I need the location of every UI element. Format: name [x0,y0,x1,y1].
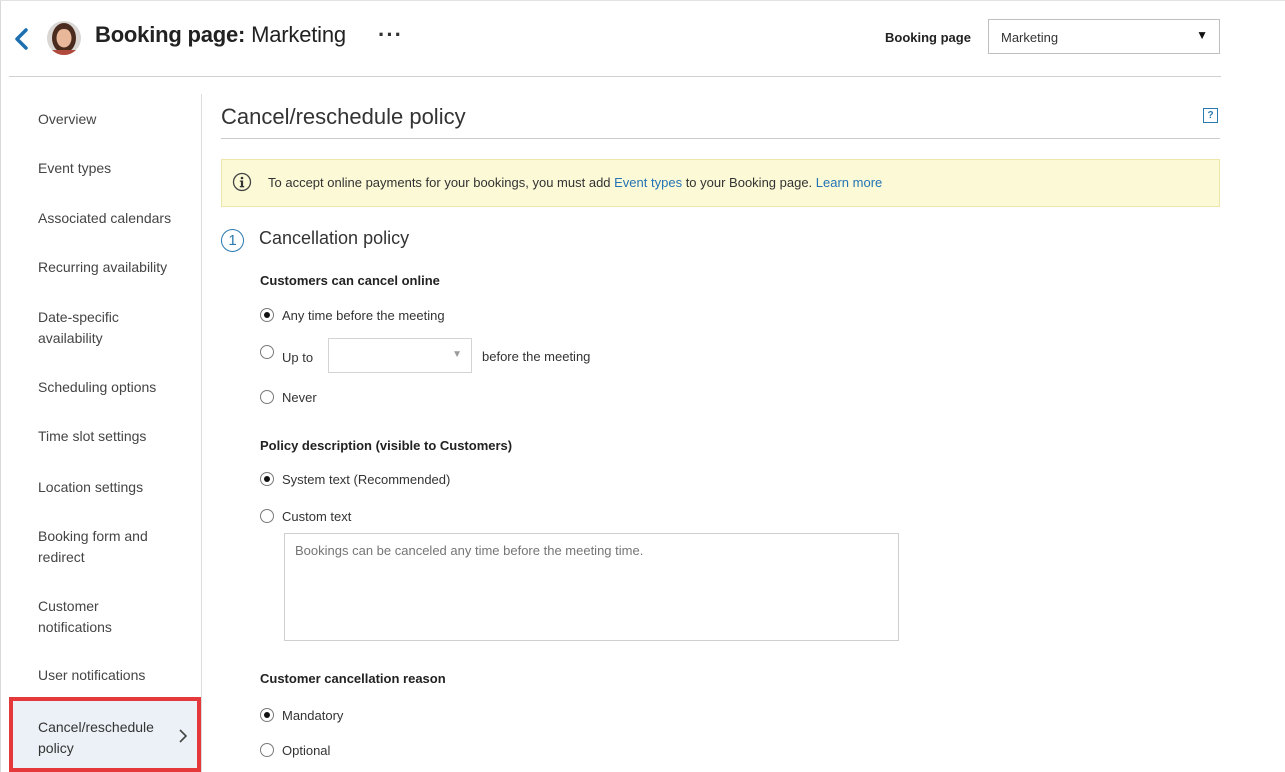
radio-button[interactable] [260,472,274,486]
cancellation-policy-heading: Cancellation policy [259,228,410,248]
radio-button[interactable] [260,743,274,757]
back-button[interactable] [11,24,33,54]
cancellation-reason-label: Customer cancellation reason [260,671,446,686]
avatar [47,21,81,55]
sidebar-item-customer-notifications[interactable]: Customer notifications [38,596,138,638]
sidebar-item-label: Cancel/reschedule policy [38,719,154,756]
policy-description-label: Policy description (visible to Customers… [260,438,513,453]
cancel-online-label: Customers can cancel online [260,273,440,288]
sidebar-divider [201,94,202,772]
help-icon[interactable]: ? [1203,108,1218,123]
sidebar-item-user-notifications[interactable]: User notifications [38,665,188,686]
info-text-middle: to your Booking page. [682,175,816,190]
radio-label: Custom text [282,509,352,524]
sidebar-item-recurring-availability[interactable]: Recurring availability [38,257,188,278]
learn-more-link[interactable]: Learn more [816,175,882,190]
step-number-badge: 1 [221,229,244,252]
radio-label: Never [282,390,317,405]
radio-label: Mandatory [282,708,344,723]
sidebar-item-booking-form-and-redirect[interactable]: Booking form and redirect [38,526,163,568]
page-title: Booking page: Marketing [95,22,346,48]
page-title-name: Marketing [251,22,346,47]
booking-page-select-value: Marketing [1001,30,1059,45]
title-divider [221,138,1220,139]
sidebar-item-event-types[interactable]: Event types [38,158,188,179]
radio-button[interactable] [260,390,274,404]
booking-page-label: Booking page [885,30,971,45]
page-header: Booking page: Marketing ··· Booking page… [9,0,1221,77]
sidebar-item-date-specific-availability[interactable]: Date-specific availability [38,307,148,349]
window-border [0,0,1,772]
sidebar-item-scheduling-options[interactable]: Scheduling options [38,377,188,398]
radio-button[interactable] [260,308,274,322]
radio-label: Any time before the meeting [282,308,445,323]
radio-button[interactable] [260,345,274,359]
info-banner: To accept online payments for your booki… [221,159,1220,207]
info-icon [232,172,252,192]
radio-label: Optional [282,743,331,758]
custom-text-textarea[interactable] [284,533,899,641]
sidebar-item-location-settings[interactable]: Location settings [38,477,188,498]
caret-down-icon: ▼ [452,349,462,360]
sidebar-item-overview[interactable]: Overview [38,109,188,130]
sidebar-item-time-slot-settings[interactable]: Time slot settings [38,426,188,447]
info-banner-text: To accept online payments for your booki… [268,175,882,190]
radio-label: System text (Recommended) [282,472,451,487]
caret-down-icon: ▼ [1196,28,1208,42]
event-types-link[interactable]: Event types [614,175,682,190]
sidebar-item-cancel-reschedule-policy[interactable]: Cancel/reschedule policy [9,697,201,772]
up-to-duration-select[interactable]: ▼ [328,338,472,373]
page-title-prefix: Booking page: [95,22,246,47]
radio-label: Up to [282,350,314,365]
section-title: Cancel/reschedule policy [221,104,466,129]
chevron-right-icon [179,729,188,743]
booking-page-select[interactable]: Marketing ▼ [988,19,1220,54]
more-options-icon[interactable]: ··· [378,22,403,48]
before-the-meeting-label: before the meeting [482,349,591,364]
chevron-left-icon [15,28,28,50]
info-text-before: To accept online payments for your booki… [268,175,615,190]
radio-button[interactable] [260,509,274,523]
radio-button[interactable] [260,708,274,722]
sidebar-item-associated-calendars[interactable]: Associated calendars [38,208,188,229]
